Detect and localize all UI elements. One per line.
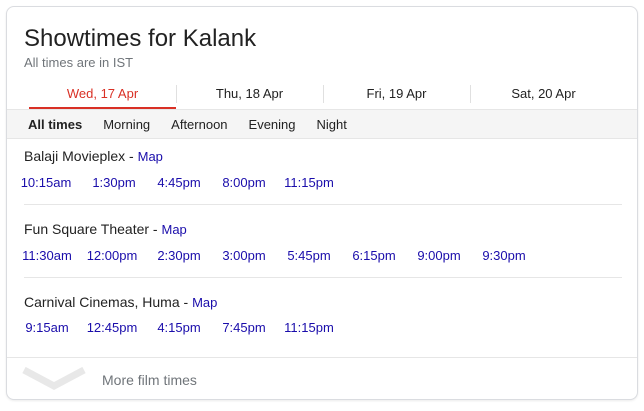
filter-morning[interactable]: Morning (103, 117, 150, 132)
map-link[interactable]: Map (192, 295, 217, 310)
showtime-link[interactable]: 1:30pm (84, 175, 144, 190)
showtime-link[interactable]: 9:15am (17, 320, 77, 335)
filter-afternoon[interactable]: Afternoon (171, 117, 227, 132)
tab-fri-19-apr[interactable]: Fri, 19 Apr (323, 79, 470, 109)
showtime-link[interactable]: 11:15pm (279, 175, 339, 190)
showtime-link[interactable]: 9:00pm (409, 248, 469, 263)
showtime-link[interactable]: 7:45pm (214, 320, 274, 335)
showtime-link[interactable]: 12:45pm (82, 320, 142, 335)
showtimes-card: Showtimes for Kalank All times are in IS… (6, 6, 638, 400)
map-link[interactable]: Map (138, 149, 163, 164)
tab-sat-20-apr[interactable]: Sat, 20 Apr (470, 79, 617, 109)
separator: - (179, 294, 193, 310)
time-filter-bar: All times Morning Afternoon Evening Nigh… (7, 109, 637, 139)
theater-name: Fun Square Theater (24, 221, 150, 237)
showtime-link[interactable]: 10:15am (16, 175, 76, 190)
theater-name: Balaji Movieplex (24, 148, 126, 164)
showtime-link[interactable]: 12:00pm (82, 248, 142, 263)
tab-thu-18-apr[interactable]: Thu, 18 Apr (176, 79, 323, 109)
showtime-link[interactable]: 4:15pm (149, 320, 209, 335)
separator: - (125, 148, 138, 164)
theater-name-row: Balaji Movieplex - Map (24, 148, 163, 164)
theater-name: Carnival Cinemas, Huma (24, 294, 180, 310)
separator: - (149, 221, 162, 237)
showtime-link[interactable]: 6:15pm (344, 248, 404, 263)
page-title: Showtimes for Kalank (24, 25, 257, 52)
filter-all-times[interactable]: All times (28, 117, 82, 132)
showtime-link[interactable]: 8:00pm (214, 175, 274, 190)
more-film-times-label: More film times (102, 372, 197, 388)
tab-wed-17-apr[interactable]: Wed, 17 Apr (29, 79, 176, 109)
showtime-link[interactable]: 11:15pm (279, 320, 339, 335)
timezone-note: All times are in IST (24, 55, 134, 70)
showtime-link[interactable]: 3:00pm (214, 248, 274, 263)
divider (24, 204, 622, 205)
showtime-link[interactable]: 9:30pm (474, 248, 534, 263)
filter-evening[interactable]: Evening (249, 117, 296, 132)
chevron-down-icon (21, 366, 87, 397)
theater-name-row: Carnival Cinemas, Huma - Map (24, 294, 217, 310)
map-link[interactable]: Map (162, 222, 187, 237)
showtime-link[interactable]: 11:30am (17, 248, 77, 263)
date-tabs: Wed, 17 Apr Thu, 18 Apr Fri, 19 Apr Sat,… (29, 79, 617, 109)
showtime-link[interactable]: 5:45pm (279, 248, 339, 263)
more-film-times-button[interactable]: More film times (7, 357, 637, 399)
theater-name-row: Fun Square Theater - Map (24, 221, 187, 237)
showtime-link[interactable]: 4:45pm (149, 175, 209, 190)
divider (24, 277, 622, 278)
showtime-link[interactable]: 2:30pm (149, 248, 209, 263)
filter-night[interactable]: Night (317, 117, 347, 132)
